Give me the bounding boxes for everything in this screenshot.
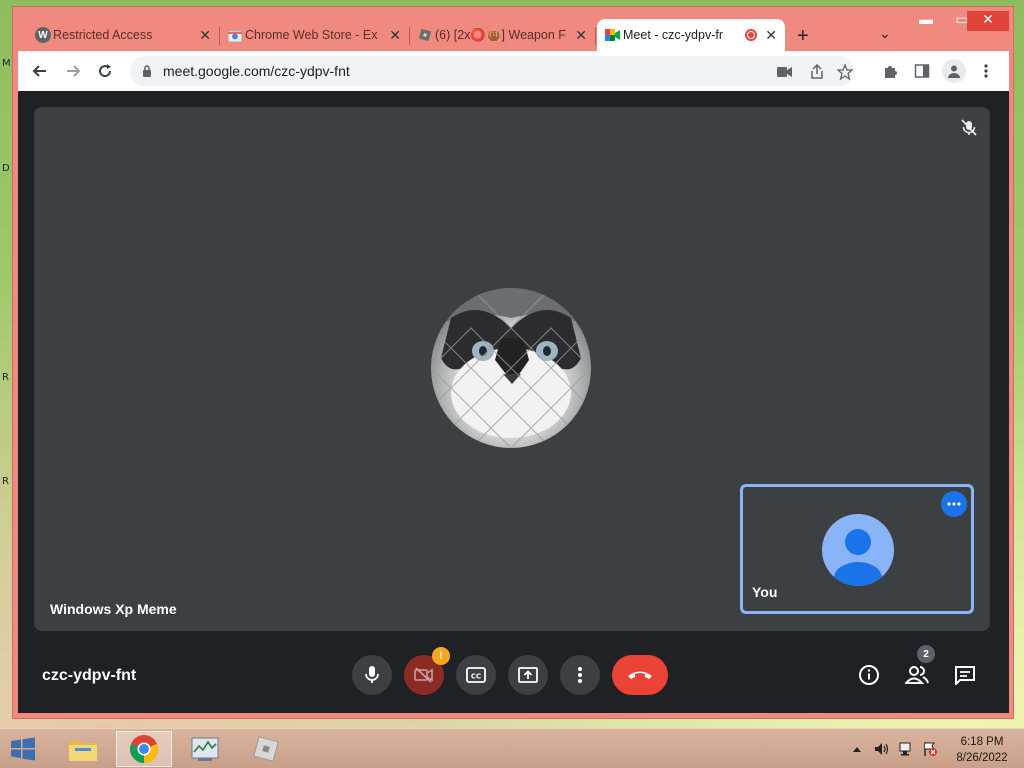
tab-chrome-web-store[interactable]: Chrome Web Store - Ex ✕ — [219, 19, 410, 51]
chat-icon — [955, 666, 975, 685]
participant-count-badge: 2 — [917, 645, 935, 663]
more-options-icon[interactable] — [941, 491, 967, 517]
bookmark-star-icon[interactable] — [836, 63, 854, 81]
mic-icon — [365, 666, 379, 683]
meeting-details-button[interactable] — [851, 657, 887, 693]
file-explorer-icon[interactable] — [55, 731, 111, 767]
google-meet-icon — [605, 27, 621, 43]
share-icon[interactable] — [808, 63, 826, 81]
chrome-web-store-icon — [227, 27, 243, 43]
roblox-icon[interactable] — [238, 731, 294, 767]
captions-button[interactable]: CC — [456, 655, 496, 695]
windows-taskbar: 6:18 PM 8/26/2022 — [0, 728, 1024, 768]
system-clock[interactable]: 6:18 PM 8/26/2022 — [950, 734, 1014, 766]
camera-off-icon — [414, 667, 433, 683]
camera-button[interactable]: ! — [404, 647, 450, 695]
captions-icon: CC — [466, 667, 486, 683]
people-button[interactable]: 2 — [899, 645, 935, 693]
minimize-icon[interactable]: ▬ — [909, 11, 943, 31]
back-icon[interactable] — [28, 59, 52, 83]
clock-time: 6:18 PM — [960, 736, 1004, 748]
w-letter-icon: W — [35, 27, 51, 43]
self-label: You — [752, 584, 778, 600]
close-tab-icon[interactable]: ✕ — [575, 27, 587, 44]
desktop-letter: R — [2, 476, 9, 487]
windows-start-icon[interactable] — [10, 737, 36, 761]
info-icon — [859, 665, 879, 685]
svg-text:CC: CC — [471, 673, 481, 681]
tab-weapon[interactable]: (6) [2x⭕👜] Weapon F ✕ — [409, 19, 596, 51]
chat-button[interactable] — [947, 657, 983, 693]
extensions-puzzle-icon[interactable] — [878, 59, 902, 83]
leave-call-button[interactable] — [612, 655, 668, 695]
roblox-icon — [417, 27, 433, 43]
close-tab-icon[interactable]: ✕ — [199, 27, 211, 44]
hang-up-icon — [628, 671, 652, 679]
more-actions-button[interactable] — [560, 655, 600, 695]
tab-restricted-access[interactable]: W Restricted Access ✕ — [27, 19, 220, 51]
reload-icon[interactable] — [93, 59, 117, 83]
desktop-letter: D — [2, 163, 10, 174]
window-close-icon[interactable]: ✕ — [967, 11, 1009, 31]
present-screen-icon — [518, 667, 538, 683]
task-manager-icon[interactable] — [177, 731, 233, 767]
people-icon — [905, 666, 929, 684]
url-text[interactable]: meet.google.com/czc-ydpv-fnt — [163, 63, 350, 79]
volume-icon[interactable] — [874, 739, 890, 759]
meet-call-area: Windows Xp Meme You czc-ydpv-fnt ! CC 2 — [18, 91, 1009, 713]
tab-google-meet[interactable]: Meet - czc-ydpv-fnt ✕ — [597, 19, 785, 51]
tab-label: (6) [2x⭕👜] Weapon F — [435, 27, 566, 42]
participant-name: Windows Xp Meme — [50, 601, 177, 617]
more-vert-icon — [578, 667, 582, 683]
tab-label: Chrome Web Store - Ex — [245, 28, 378, 42]
network-icon[interactable] — [898, 739, 914, 759]
desktop-icon-labels: M D R R — [0, 0, 12, 720]
recording-icon — [745, 29, 757, 41]
present-button[interactable] — [508, 655, 548, 695]
camera-warning-badge: ! — [432, 647, 450, 665]
new-tab-icon[interactable]: + — [797, 25, 809, 48]
meeting-code: czc-ydpv-fnt — [42, 667, 137, 684]
mic-muted-icon — [958, 117, 980, 139]
forward-icon[interactable] — [61, 59, 85, 83]
tab-label: Restricted Access — [53, 28, 153, 42]
chrome-menu-icon[interactable] — [974, 59, 998, 83]
participant-avatar — [431, 288, 591, 448]
close-tab-icon[interactable]: ✕ — [389, 27, 401, 44]
action-center-flag-icon[interactable] — [922, 739, 938, 759]
self-avatar — [822, 514, 894, 586]
tab-label: Meet - czc-ydpv-fnt — [623, 28, 723, 42]
participant-tile[interactable]: Windows Xp Meme You — [34, 107, 990, 631]
desktop-letter: M — [2, 58, 11, 69]
mic-button[interactable] — [352, 655, 392, 695]
close-tab-icon[interactable]: ✕ — [765, 27, 777, 44]
chrome-icon[interactable] — [116, 731, 172, 767]
tab-search-chevron-icon[interactable]: ⌄ — [879, 25, 891, 42]
side-panel-icon[interactable] — [910, 59, 934, 83]
show-hidden-icons-icon[interactable] — [852, 739, 862, 759]
lock-icon[interactable] — [142, 64, 152, 77]
tab-strip: W Restricted Access ✕ Chrome Web Store -… — [13, 7, 1013, 51]
self-view-tile[interactable]: You — [740, 484, 974, 614]
browser-toolbar: meet.google.com/czc-ydpv-fnt — [18, 51, 1009, 91]
address-bar[interactable]: meet.google.com/czc-ydpv-fnt — [130, 56, 854, 86]
clock-date: 8/26/2022 — [956, 752, 1008, 764]
desktop-letter: R — [2, 372, 9, 383]
profile-avatar-icon[interactable] — [942, 59, 966, 83]
camera-in-use-icon[interactable] — [776, 63, 794, 81]
chrome-window: W Restricted Access ✕ Chrome Web Store -… — [12, 6, 1014, 719]
